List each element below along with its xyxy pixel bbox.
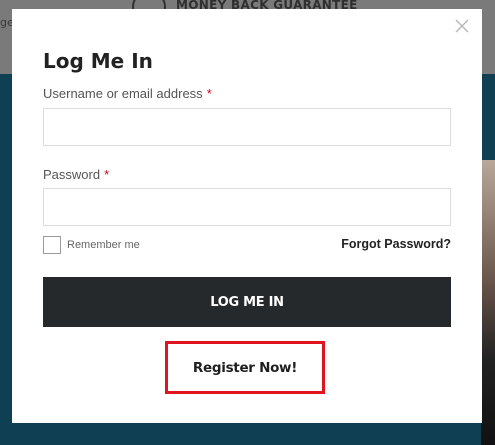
required-mark: * [206, 86, 212, 101]
background-image [481, 160, 495, 445]
close-icon[interactable] [454, 18, 470, 34]
login-modal: Log Me In Username or email address * Pas… [12, 9, 482, 423]
register-now-link[interactable]: Register Now! [193, 360, 297, 376]
modal-title: Log Me In [43, 49, 153, 73]
remember-me: Remember me [43, 236, 140, 254]
remember-me-label[interactable]: Remember me [67, 239, 140, 251]
username-label-text: Username or email address [43, 86, 203, 101]
password-input[interactable] [43, 188, 451, 226]
register-highlight: Register Now! [165, 341, 325, 394]
password-label-text: Password [43, 167, 101, 182]
username-input[interactable] [43, 108, 451, 146]
remember-me-checkbox[interactable] [43, 236, 61, 254]
password-label: Password * [43, 167, 109, 182]
forgot-password-link[interactable]: Forgot Password? [341, 237, 451, 251]
login-button[interactable]: LOG ME IN [43, 277, 451, 327]
username-label: Username or email address * [43, 86, 212, 101]
required-mark: * [104, 167, 110, 182]
